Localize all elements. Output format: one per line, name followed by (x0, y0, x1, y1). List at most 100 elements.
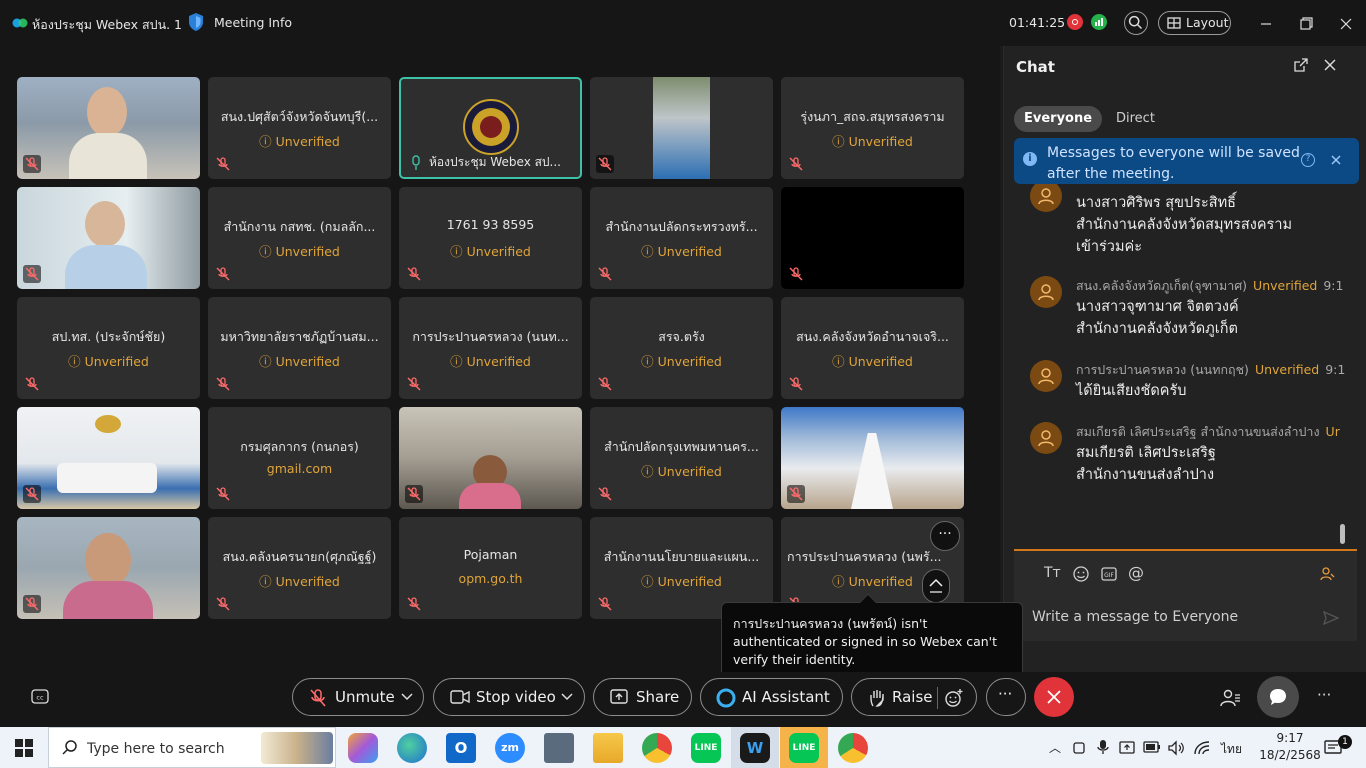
windows-start-icon[interactable] (15, 739, 33, 757)
taskbar-flashing-app[interactable]: LINE (780, 727, 828, 768)
maximize-icon[interactable] (1295, 13, 1317, 35)
unmute-button[interactable]: Unmute (292, 678, 424, 716)
battery-icon[interactable] (1143, 740, 1161, 754)
meeting-info-button[interactable]: Meeting Info (214, 15, 292, 30)
scroll-up-button[interactable] (922, 569, 950, 603)
more-options-button[interactable]: ··· (986, 678, 1026, 716)
chevron-down-icon[interactable] (401, 693, 413, 701)
stop-video-button[interactable]: Stop video (433, 678, 585, 716)
more-options-icon[interactable]: ··· (930, 521, 960, 551)
taskbar-time[interactable]: 9:17 (1270, 731, 1310, 745)
participant-tile[interactable]: การประปานครหลวง (นนท... ⓘ Unverified (399, 297, 582, 399)
shield-icon[interactable] (187, 12, 205, 32)
participant-select-icon[interactable] (1318, 565, 1336, 583)
calculator-icon[interactable] (544, 733, 574, 763)
share-button[interactable]: Share (593, 678, 692, 716)
zoom-app-icon[interactable]: zm (495, 733, 525, 763)
leave-meeting-button[interactable] (1034, 677, 1074, 717)
microphone-icon[interactable] (1097, 739, 1109, 755)
participant-tile[interactable]: สนง.คลังจังหวัดอำนาจเจริ... ⓘ Unverified (781, 297, 964, 399)
participant-tile[interactable] (781, 187, 964, 289)
active-speaker-tile[interactable]: ห้องประชุม Webex สป... (399, 77, 582, 179)
recording-icon[interactable] (1067, 14, 1083, 30)
participant-body (65, 245, 147, 289)
participant-tile[interactable] (17, 517, 200, 619)
participant-tile[interactable]: กรมศุลกากร (กนกอร) gmail.com (208, 407, 391, 509)
user-icon (1038, 430, 1054, 447)
edge-browser-icon[interactable] (397, 733, 427, 763)
volume-icon[interactable] (1167, 740, 1185, 756)
tab-everyone[interactable]: Everyone (1014, 106, 1103, 132)
raise-hand-button[interactable]: Raise (851, 678, 977, 716)
taskbar-search[interactable] (48, 727, 336, 768)
participant-tile[interactable]: สป.ทส. (ประจักษ์ชัย) ⓘ Unverified (17, 297, 200, 399)
mention-icon[interactable]: @ (1128, 563, 1144, 582)
chevron-up-icon[interactable]: ︿ (1049, 739, 1061, 756)
participant-tile[interactable] (17, 187, 200, 289)
close-icon[interactable] (1322, 57, 1338, 73)
participant-tile[interactable]: สนง.ปศุสัตว์จังหวัดจันทบุรี(... ⓘ Unveri… (208, 77, 391, 179)
close-icon[interactable] (1330, 154, 1342, 166)
network-signal-icon[interactable] (1091, 14, 1107, 30)
taskbar-active-app[interactable]: W (731, 727, 779, 768)
chrome-profile-icon[interactable] (838, 733, 868, 763)
participant-tile[interactable] (17, 407, 200, 509)
meeting-table (851, 433, 893, 509)
language-indicator[interactable]: ไทย (1221, 740, 1242, 759)
avatar (1030, 184, 1062, 212)
copilot-icon[interactable] (348, 733, 378, 763)
participant-tile[interactable]: สำนักปลัดกรุงเทพมหานคร... ⓘ Unverified (590, 407, 773, 509)
chat-message-input[interactable] (1032, 603, 1302, 631)
pop-out-icon[interactable] (1293, 57, 1309, 73)
file-explorer-icon[interactable] (593, 733, 623, 763)
minimize-icon[interactable] (1255, 13, 1277, 35)
participant-tile[interactable]: มหาวิทยาลัยราชภัฏบ้านสม... ⓘ Unverified (208, 297, 391, 399)
participant-tile[interactable]: 1761 93 8595 ⓘ Unverified (399, 187, 582, 289)
participant-tile[interactable]: สรจ.ตรัง ⓘ Unverified (590, 297, 773, 399)
chrome-icon[interactable] (642, 733, 672, 763)
organization-seal-logo (463, 99, 519, 155)
participant-tile[interactable] (399, 407, 582, 509)
tab-direct[interactable]: Direct (1106, 106, 1165, 132)
participant-tile[interactable] (590, 77, 773, 179)
wifi-icon[interactable] (1193, 740, 1211, 756)
send-icon[interactable] (1322, 609, 1340, 627)
ai-assistant-button[interactable]: AI Assistant (700, 678, 843, 716)
zoom-search-button[interactable] (1124, 11, 1148, 35)
participant-tile[interactable]: สนง.คลังนครนายก(ศุภณัฐฐ์) ⓘ Unverified (208, 517, 391, 619)
outlook-icon[interactable]: O (446, 733, 476, 763)
participant-tile[interactable]: สำนักงานปลัดกระทรวงทรั... ⓘ Unverified (590, 187, 773, 289)
taskbar-date[interactable]: 18/2/2568 (1256, 748, 1324, 762)
layout-button[interactable]: Layout (1158, 11, 1231, 35)
emoji-icon[interactable] (1072, 565, 1090, 583)
participant-tile[interactable]: Pojaman opm.go.th (399, 517, 582, 619)
participant-tile[interactable]: สำนักงาน กสทช. (กมลลัก... ⓘ Unverified (208, 187, 391, 289)
text-format-icon[interactable]: Tт (1044, 565, 1061, 581)
chat-toggle-button[interactable] (1257, 676, 1299, 718)
line-app-icon[interactable]: LINE (691, 733, 721, 763)
muted-mic-icon (407, 597, 421, 611)
taskbar-search-input[interactable] (87, 738, 277, 760)
chat-scrollbar[interactable] (1340, 524, 1345, 544)
participant-name: การประปานครหลวง (นพรั... (787, 549, 942, 564)
chevron-down-icon[interactable] (561, 693, 573, 701)
participant-tile[interactable] (17, 77, 200, 179)
closed-captions-icon[interactable]: cc (31, 689, 49, 705)
gif-icon[interactable]: GIF (1100, 565, 1118, 583)
participant-status: ⓘ Unverified (259, 134, 340, 149)
reactions-icon[interactable] (944, 688, 964, 708)
layout-grid-icon (1167, 17, 1181, 29)
participant-tile[interactable] (781, 407, 964, 509)
muted-mic-icon (216, 267, 230, 281)
participants-icon[interactable] (1219, 687, 1241, 709)
sender-name: สนง.คลังจังหวัดภูเก็ต(จุฑามาศ) (1076, 278, 1248, 293)
participant-name: กรมศุลกากร (กนกอร) (240, 439, 359, 454)
close-window-icon[interactable] (1335, 13, 1357, 35)
help-icon[interactable]: ? (1301, 153, 1315, 167)
screen-share-tray-icon[interactable] (1119, 740, 1135, 756)
participant-tile[interactable]: รุ่งนภา_สถจ.สมุทรสงคราม ⓘ Unverified (781, 77, 964, 179)
meet-now-icon[interactable] (1073, 740, 1087, 756)
participant-status: ⓘ Unverified (68, 354, 149, 369)
more-icon[interactable]: ··· (1317, 686, 1331, 704)
message-meta: สนง.คลังจังหวัดภูเก็ต(จุฑามาศ) Unverified… (1076, 276, 1343, 296)
